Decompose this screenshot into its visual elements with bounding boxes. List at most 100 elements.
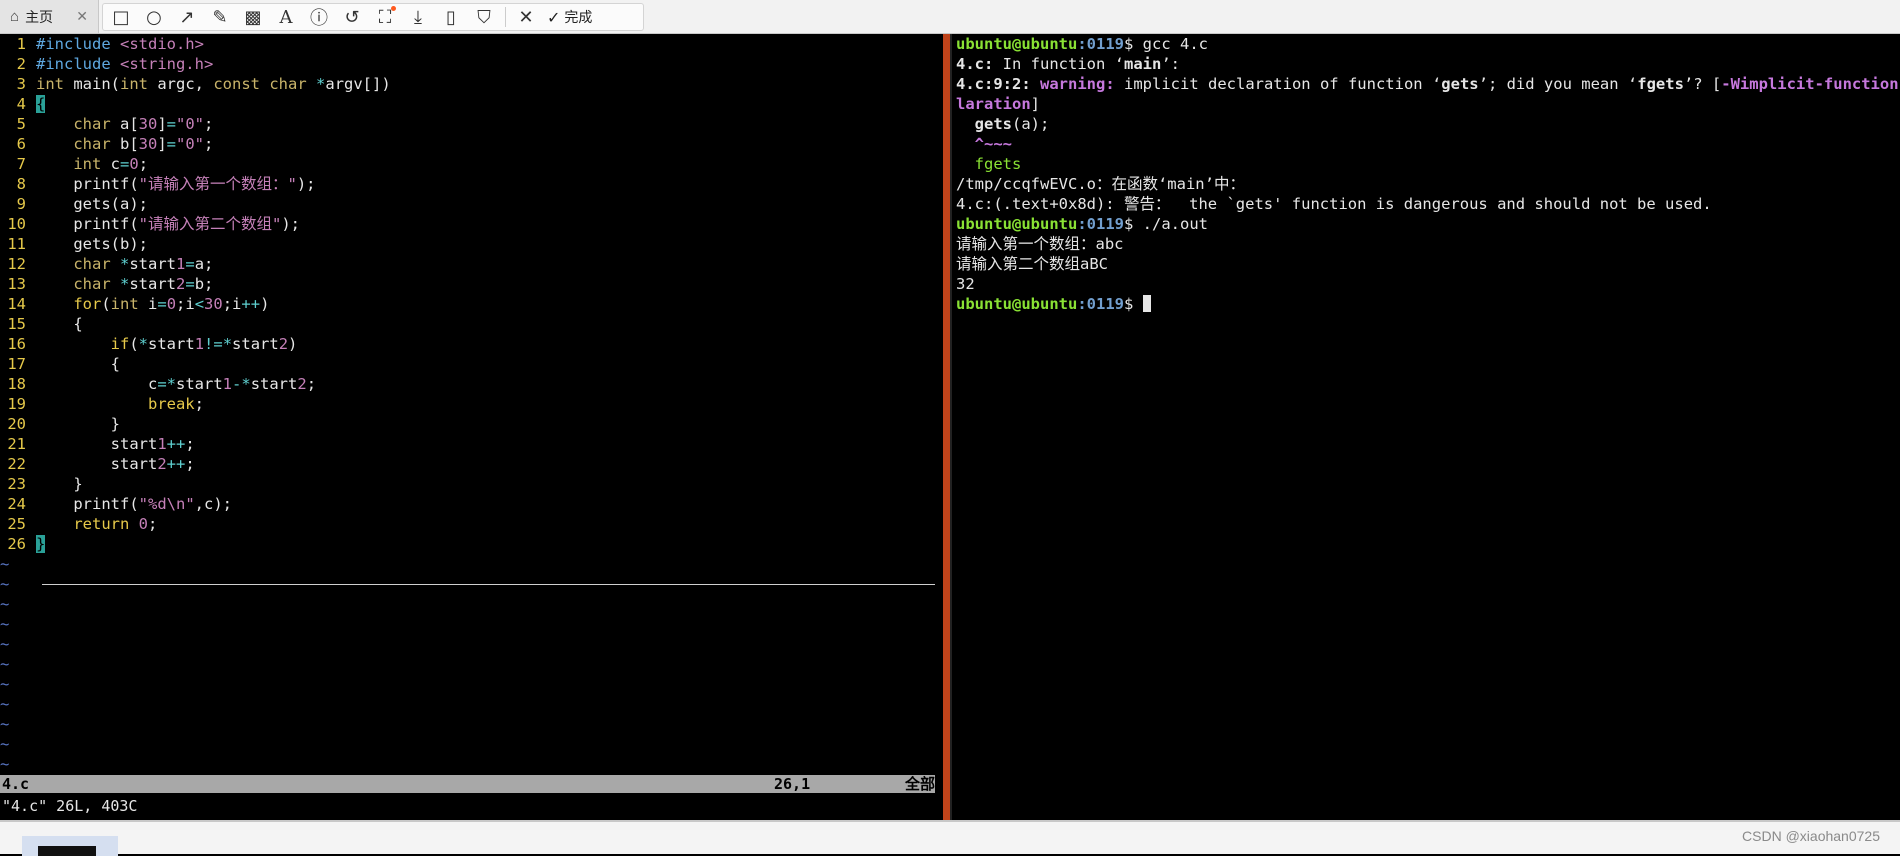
code-line: 23 } <box>0 474 82 494</box>
code-line: 5 char a[30]="0"; <box>0 114 214 134</box>
line-number: 22 <box>7 455 26 473</box>
empty-line-tilde: ~ <box>0 695 10 713</box>
done-button-label: 完成 <box>564 9 593 25</box>
line-number: 23 <box>7 475 26 493</box>
line-number: 1 <box>16 35 26 53</box>
code-line: 20 } <box>0 414 120 434</box>
code-line: 25 return 0; <box>0 514 157 534</box>
line-number: 18 <box>7 375 26 393</box>
empty-line-tilde: ~ <box>0 715 10 733</box>
vim-status-scroll: 全部 <box>904 775 935 793</box>
code-line: 6 char b[30]="0"; <box>0 134 214 154</box>
code-line: 15 { <box>0 314 82 334</box>
line-number: 13 <box>7 275 26 293</box>
terminal-prompt-line: ubuntu@ubuntu:0119$ <box>956 294 1151 314</box>
terminal-line: laration] <box>956 95 1040 113</box>
code-line: 16 if(*start1!=*start2) <box>0 334 297 354</box>
terminal-line: 4.c:(.text+0x8d): 警告： the `gets' functio… <box>956 195 1712 213</box>
terminal-line: 4.c:9:2: warning: implicit declaration o… <box>956 75 1900 93</box>
terminal-line: ubuntu@ubuntu:0119$ ./a.out <box>956 215 1208 233</box>
code-line: 14 for(int i=0;i<30;i++) <box>0 294 269 314</box>
close-icon[interactable]: ✕ <box>512 5 540 29</box>
line-number: 7 <box>16 155 26 173</box>
pane-divider[interactable] <box>943 34 950 820</box>
terminal-pane[interactable]: ubuntu@ubuntu:0119$ gcc 4.c 4.c: In func… <box>952 34 1900 820</box>
bracket-match: { <box>36 95 46 113</box>
empty-line-tilde: ~ <box>0 595 10 613</box>
empty-line-tilde: ~ <box>0 635 10 653</box>
code-line: 13 char *start2=b; <box>0 274 213 294</box>
number-icon[interactable]: ⓘ <box>305 5 333 29</box>
code-line: 18 c=*start1-*start2; <box>0 374 316 394</box>
tab-close-icon[interactable]: ✕ <box>76 8 88 25</box>
ocr-icon[interactable]: ⛶ <box>371 5 399 29</box>
empty-line-tilde: ~ <box>0 755 10 773</box>
vim-message-line: "4.c" 26L, 403C <box>2 797 138 815</box>
ellipse-icon[interactable]: ○ <box>140 5 168 29</box>
code-line: 22 start2++; <box>0 454 194 474</box>
line-number: 2 <box>16 55 26 73</box>
screenshot-thumbnail[interactable] <box>22 836 118 856</box>
terminal-line: ubuntu@ubuntu:0119$ gcc 4.c <box>956 35 1208 53</box>
pen-icon[interactable]: ✎ <box>206 5 234 29</box>
new-badge-dot <box>391 6 396 11</box>
code-line: 17 { <box>0 354 120 374</box>
terminal-cursor <box>1142 295 1151 312</box>
rectangle-icon[interactable]: □ <box>107 5 135 29</box>
terminal-line: ^~~~ <box>956 135 1012 153</box>
line-number: 26 <box>7 535 26 553</box>
vim-editor-pane[interactable]: 1 #include <stdio.h> 2 #include <string.h> 3… <box>0 34 941 820</box>
code-line: 19 break; <box>0 394 204 414</box>
line-number: 15 <box>7 315 26 333</box>
line-number: 11 <box>7 235 26 253</box>
pin-icon[interactable]: ▯ <box>437 5 465 29</box>
vim-status-line: 4.c 26,1 全部 <box>0 775 935 793</box>
terminal-line: 4.c: In function ‘main’: <box>956 55 1180 73</box>
terminal-line: 32 <box>956 275 975 293</box>
code-line: 3 int main(int argc, const char *argv[]) <box>0 74 391 94</box>
line-number: 16 <box>7 335 26 353</box>
bottom-strip: CSDN @xiaohan0725 <box>0 820 1900 856</box>
text-icon[interactable]: A <box>272 5 300 29</box>
line-number: 8 <box>16 175 26 193</box>
undo-icon[interactable]: ↺ <box>338 5 366 29</box>
terminal-line: /tmp/ccqfwEVC.o：在函数‘main’中： <box>956 175 1245 193</box>
empty-line-tilde: ~ <box>0 555 10 573</box>
thumbnail-preview <box>38 846 96 856</box>
tab-home[interactable]: ⌂ 主页 ✕ <box>0 0 99 33</box>
empty-line-tilde: ~ <box>0 735 10 753</box>
line-number: 21 <box>7 435 26 453</box>
bookmark-icon[interactable]: ⛉ <box>470 5 498 29</box>
arrow-icon[interactable]: ↗ <box>173 5 201 29</box>
line-number: 10 <box>7 215 26 233</box>
screenshot-toolbar-bar: ⌂ 主页 ✕ □ ○ ↗ ✎ ▩ A ⓘ ↺ ⛶ ⤓ ▯ ⛉ ✕ ✓ 完成 <box>0 0 1900 34</box>
line-number: 20 <box>7 415 26 433</box>
cursorline-underline <box>42 584 935 585</box>
toolbar-separator <box>505 7 506 27</box>
terminal-line: 请输入第一个数组：abc <box>956 235 1124 253</box>
terminal-line: 请输入第二个数组aBC <box>956 255 1108 273</box>
line-number: 19 <box>7 395 26 413</box>
check-icon: ✓ <box>547 7 561 27</box>
line-number: 6 <box>16 135 26 153</box>
line-number: 25 <box>7 515 26 533</box>
mosaic-icon[interactable]: ▩ <box>239 5 267 29</box>
vim-status-position: 26,1 <box>774 775 811 793</box>
vim-status-filename: 4.c <box>2 775 30 793</box>
terminal-line: fgets <box>956 155 1022 173</box>
code-line: 10 printf("请输入第二个数组"); <box>0 214 300 234</box>
empty-line-tilde: ~ <box>0 675 10 693</box>
terminal-line: gets(a); <box>974 115 1050 133</box>
empty-line-tilde: ~ <box>0 575 10 593</box>
done-button[interactable]: ✓ 完成 <box>547 7 592 27</box>
line-number: 9 <box>16 195 26 213</box>
line-number: 12 <box>7 255 26 273</box>
empty-line-tilde: ~ <box>0 655 10 673</box>
line-number: 14 <box>7 295 26 313</box>
watermark: CSDN @xiaohan0725 <box>1742 828 1880 844</box>
tab-home-label: 主页 <box>25 8 54 25</box>
download-icon[interactable]: ⤓ <box>404 5 432 29</box>
code-line: 24 printf("%d\n",c); <box>0 494 232 514</box>
empty-line-tilde: ~ <box>0 615 10 633</box>
line-number: 5 <box>16 115 26 133</box>
